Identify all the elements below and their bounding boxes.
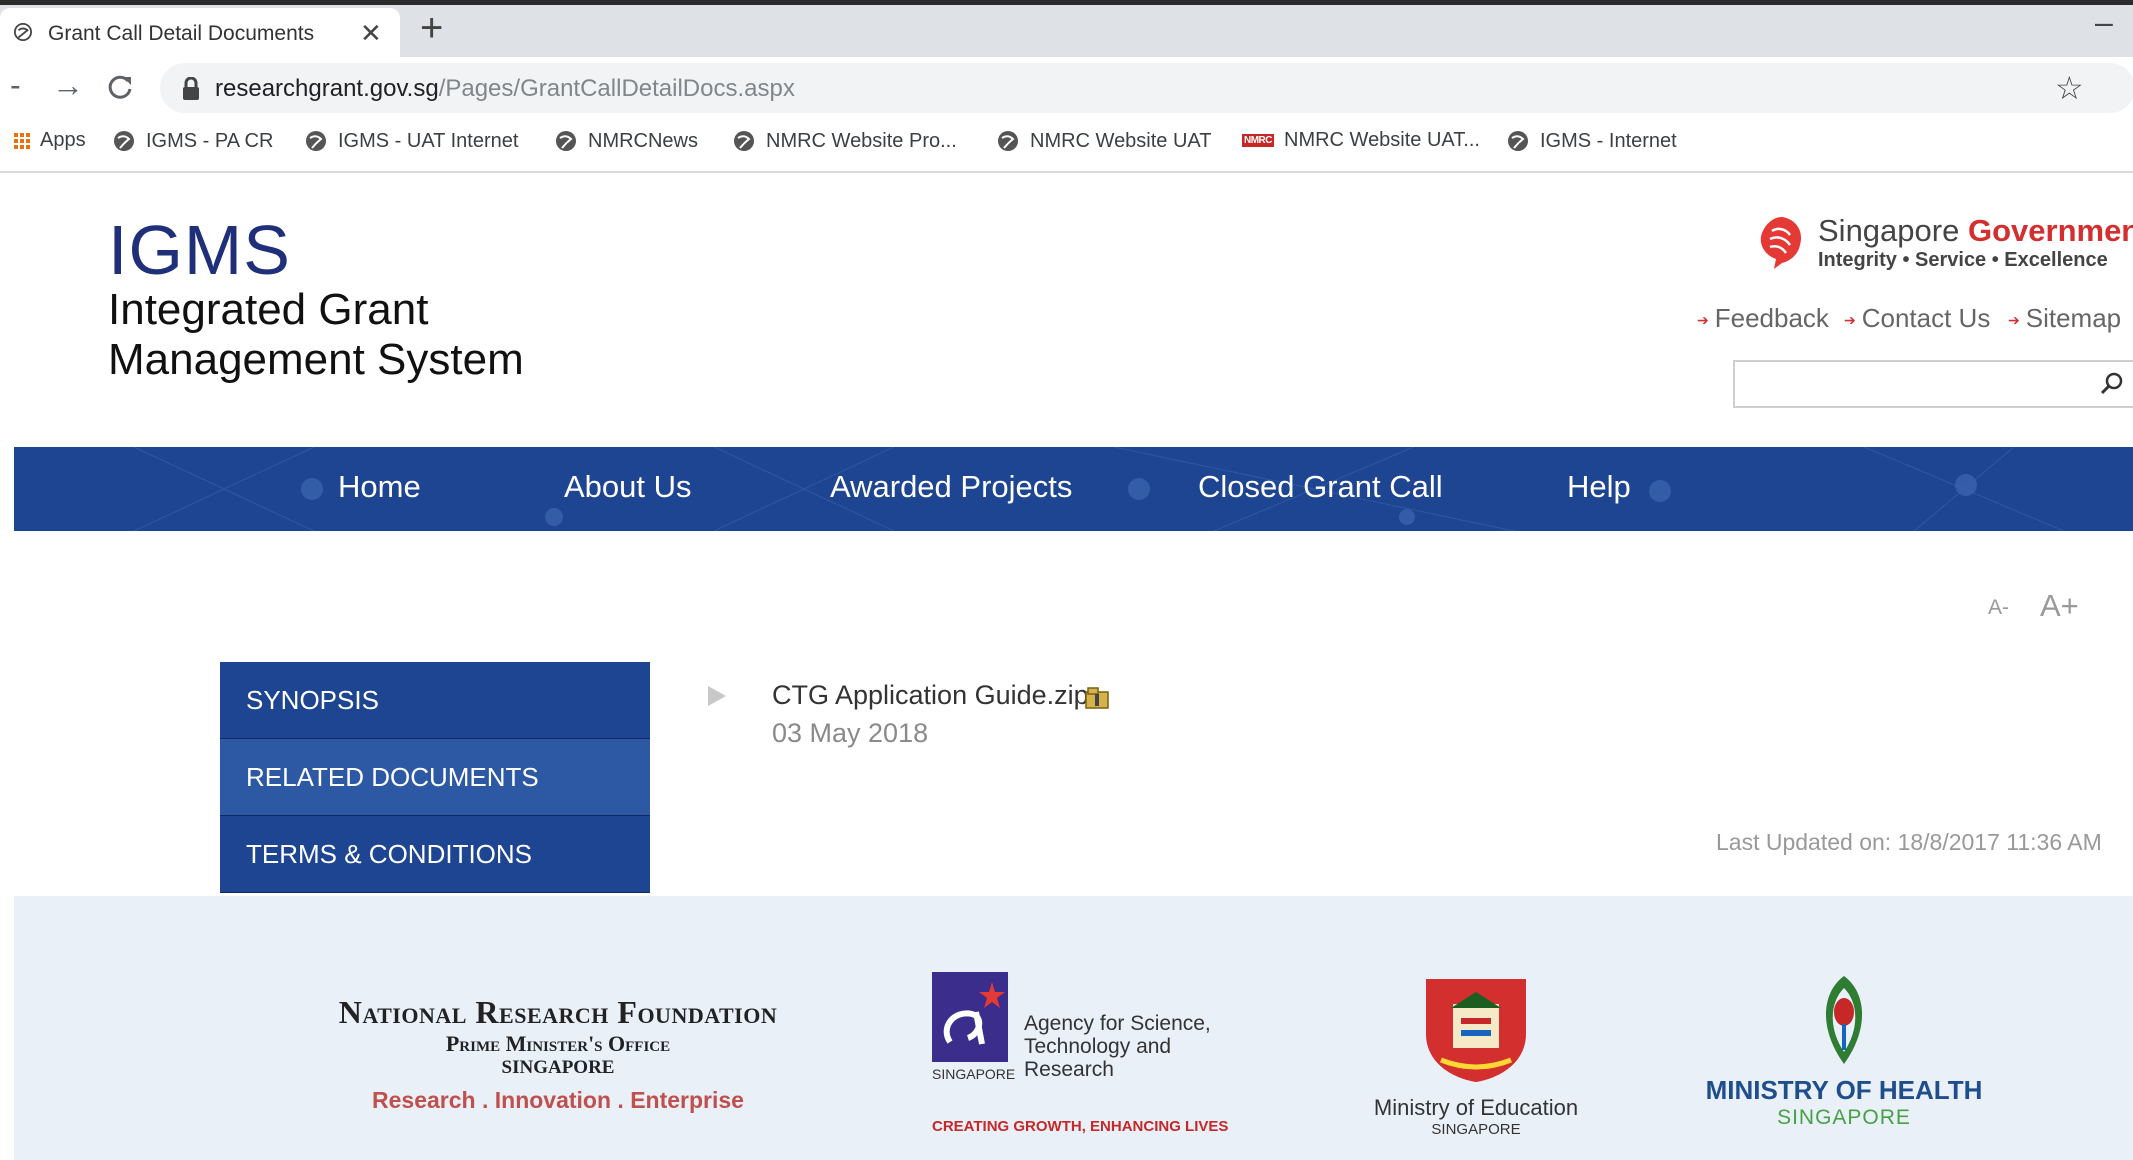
document-date: 03 May 2018 bbox=[772, 718, 929, 748]
minimize-window-icon[interactable]: – bbox=[2095, 4, 2113, 41]
url-host: researchgrant.gov.sg bbox=[215, 75, 439, 102]
footer-partner-logos: National Research Foundation Prime Minis… bbox=[14, 896, 2133, 1160]
moe-crest-icon bbox=[1426, 979, 1526, 1082]
bookmark-label: NMRC Website UAT bbox=[1030, 129, 1212, 152]
nav-about-us[interactable]: About Us bbox=[564, 469, 692, 505]
nav-awarded-projects[interactable]: Awarded Projects bbox=[830, 469, 1072, 505]
nrf-title: National Research Foundation bbox=[338, 994, 778, 1030]
reload-icon[interactable] bbox=[106, 73, 134, 101]
moe-name: Ministry of Education bbox=[1373, 1095, 1579, 1120]
astar-name: Agency for Science, Technology and Resea… bbox=[1024, 1012, 1211, 1081]
side-menu: SYNOPSIS RELATED DOCUMENTS TERMS & CONDI… bbox=[220, 662, 650, 893]
globe-icon bbox=[998, 131, 1018, 151]
bookmarks-bar: Apps IGMS - PA CR IGMS - UAT Internet NM… bbox=[0, 117, 2133, 173]
bookmark-nmrc-website-uat[interactable]: NMRC Website UAT bbox=[996, 129, 1212, 153]
forward-arrow-icon[interactable]: → bbox=[52, 67, 84, 104]
nav-help[interactable]: Help bbox=[1567, 469, 1631, 505]
bookmark-star-icon[interactable]: ☆ bbox=[2055, 69, 2084, 107]
arrow-bullet-icon: ➔ bbox=[1697, 311, 1709, 328]
logo-line-1: Integrated Grant bbox=[108, 285, 429, 334]
font-decrease-button[interactable]: A- bbox=[1988, 596, 2009, 620]
bookmark-nmrc-website-pro[interactable]: NMRC Website Pro... bbox=[732, 129, 957, 153]
contact-us-label: Contact Us bbox=[1861, 303, 1991, 333]
igms-logo[interactable]: IGMS Integrated Grant Management System bbox=[108, 215, 524, 385]
logo-line-2: Management System bbox=[108, 335, 524, 384]
moh-logo[interactable]: MINISTRY OF HEALTH SINGAPORE bbox=[1694, 972, 1994, 1130]
sg-gov-tagline: Integrity • Service • Excellence bbox=[1818, 249, 2108, 271]
new-tab-icon[interactable]: + bbox=[420, 6, 443, 51]
last-updated-text: Last Updated on: 18/8/2017 11:36 AM bbox=[1716, 829, 2102, 855]
feedback-label: Feedback bbox=[1714, 303, 1829, 333]
browser-tab-bar: Grant Call Detail Documents ✕ + – bbox=[0, 0, 2133, 57]
bookmark-label: NMRCNews bbox=[588, 129, 698, 152]
site-search-input[interactable] bbox=[1733, 360, 2133, 408]
menu-terms-conditions[interactable]: TERMS & CONDITIONS bbox=[220, 816, 650, 893]
bookmark-label: IGMS - Internet bbox=[1540, 129, 1677, 152]
bookmark-apps[interactable]: Apps bbox=[14, 129, 86, 152]
astar-emblem-icon bbox=[932, 972, 1008, 1062]
nav-home[interactable]: Home bbox=[338, 469, 421, 505]
contact-us-link[interactable]: ➔ Contact Us bbox=[1844, 303, 1990, 334]
globe-icon bbox=[734, 131, 754, 151]
arrow-bullet-icon: ➔ bbox=[2008, 311, 2020, 328]
lock-icon bbox=[183, 77, 199, 100]
zip-file-icon[interactable] bbox=[1084, 686, 1110, 710]
url-text: researchgrant.gov.sg/Pages/GrantCallDeta… bbox=[215, 75, 795, 103]
globe-icon bbox=[306, 131, 326, 151]
moh-name: MINISTRY OF HEALTH bbox=[1705, 1075, 1983, 1105]
search-icon[interactable] bbox=[2099, 370, 2125, 396]
close-tab-icon[interactable]: ✕ bbox=[360, 18, 382, 49]
bookmark-igms-internet[interactable]: IGMS - Internet bbox=[1506, 129, 1677, 153]
bookmark-igms-uat-internet[interactable]: IGMS - UAT Internet bbox=[304, 129, 518, 153]
sg-gov-title: Singapore Government bbox=[1818, 213, 2133, 249]
bookmark-label: Apps bbox=[40, 129, 86, 151]
browser-toolbar: - → researchgrant.gov.sg/Pages/GrantCall… bbox=[0, 57, 2133, 117]
menu-related-documents[interactable]: RELATED DOCUMENTS bbox=[220, 739, 650, 816]
nrf-logo[interactable]: National Research Foundation Prime Minis… bbox=[278, 994, 838, 1114]
sitemap-label: Sitemap bbox=[2025, 303, 2122, 333]
document-link[interactable]: CTG Application Guide.zip bbox=[772, 680, 1089, 711]
expand-arrow-icon[interactable] bbox=[706, 684, 728, 708]
arrow-bullet-icon: ➔ bbox=[1844, 311, 1856, 328]
moe-logo[interactable]: Ministry of Education SINGAPORE bbox=[1366, 974, 1586, 1138]
nav-network-pattern bbox=[133, 447, 2065, 531]
logo-acronym: IGMS bbox=[108, 211, 291, 289]
bookmark-label: IGMS - PA CR bbox=[146, 129, 274, 152]
url-path: /Pages/GrantCallDetailDocs.aspx bbox=[438, 75, 795, 102]
bookmark-label: NMRC Website UAT... bbox=[1284, 129, 1480, 151]
nrf-singapore: SINGAPORE bbox=[501, 1057, 615, 1078]
nmrc-logo-icon: NMRC bbox=[1242, 134, 1274, 147]
main-navigation: Home About Us Awarded Projects Closed Gr… bbox=[14, 447, 2133, 531]
feedback-link[interactable]: ➔ Feedback bbox=[1697, 303, 1829, 334]
bookmark-nmrcnews[interactable]: NMRCNews bbox=[554, 129, 698, 153]
bookmark-nmrc-website-uat-2[interactable]: NMRC NMRC Website UAT... bbox=[1242, 129, 1480, 152]
font-increase-button[interactable]: A+ bbox=[2040, 588, 2079, 624]
gov-word: Government bbox=[1967, 213, 2133, 248]
astar-singapore: SINGAPORE bbox=[932, 1066, 1016, 1082]
globe-icon bbox=[1508, 131, 1528, 151]
bookmark-igms-pa-cr[interactable]: IGMS - PA CR bbox=[112, 129, 273, 153]
browser-tab[interactable]: Grant Call Detail Documents ✕ bbox=[0, 8, 400, 57]
globe-icon bbox=[556, 131, 576, 151]
moe-singapore: SINGAPORE bbox=[1431, 1121, 1521, 1138]
nav-closed-grant-call[interactable]: Closed Grant Call bbox=[1198, 469, 1443, 505]
astar-tagline: CREATING GROWTH, ENHANCING LIVES bbox=[932, 1118, 1229, 1135]
apps-grid-icon bbox=[14, 132, 30, 149]
moh-singapore: SINGAPORE bbox=[1777, 1106, 1911, 1129]
address-bar[interactable]: researchgrant.gov.sg/Pages/GrantCallDeta… bbox=[160, 63, 2133, 113]
sg-word: Singapore bbox=[1818, 213, 1960, 248]
nrf-tagline: Research . Innovation . Enterprise bbox=[372, 1087, 744, 1113]
sitemap-link[interactable]: ➔ Sitemap bbox=[2008, 303, 2121, 334]
tab-title: Grant Call Detail Documents bbox=[48, 22, 315, 45]
bookmark-label: IGMS - UAT Internet bbox=[338, 129, 519, 152]
lion-head-icon bbox=[1760, 217, 1802, 269]
moh-emblem-icon bbox=[1825, 976, 1863, 1064]
menu-synopsis[interactable]: SYNOPSIS bbox=[220, 662, 650, 739]
back-arrow-icon[interactable]: - bbox=[10, 67, 21, 104]
globe-icon bbox=[114, 131, 134, 151]
nrf-pmo: Prime Minister's Office bbox=[445, 1031, 671, 1056]
page-favicon-icon bbox=[14, 23, 32, 41]
bookmark-label: NMRC Website Pro... bbox=[766, 129, 957, 152]
